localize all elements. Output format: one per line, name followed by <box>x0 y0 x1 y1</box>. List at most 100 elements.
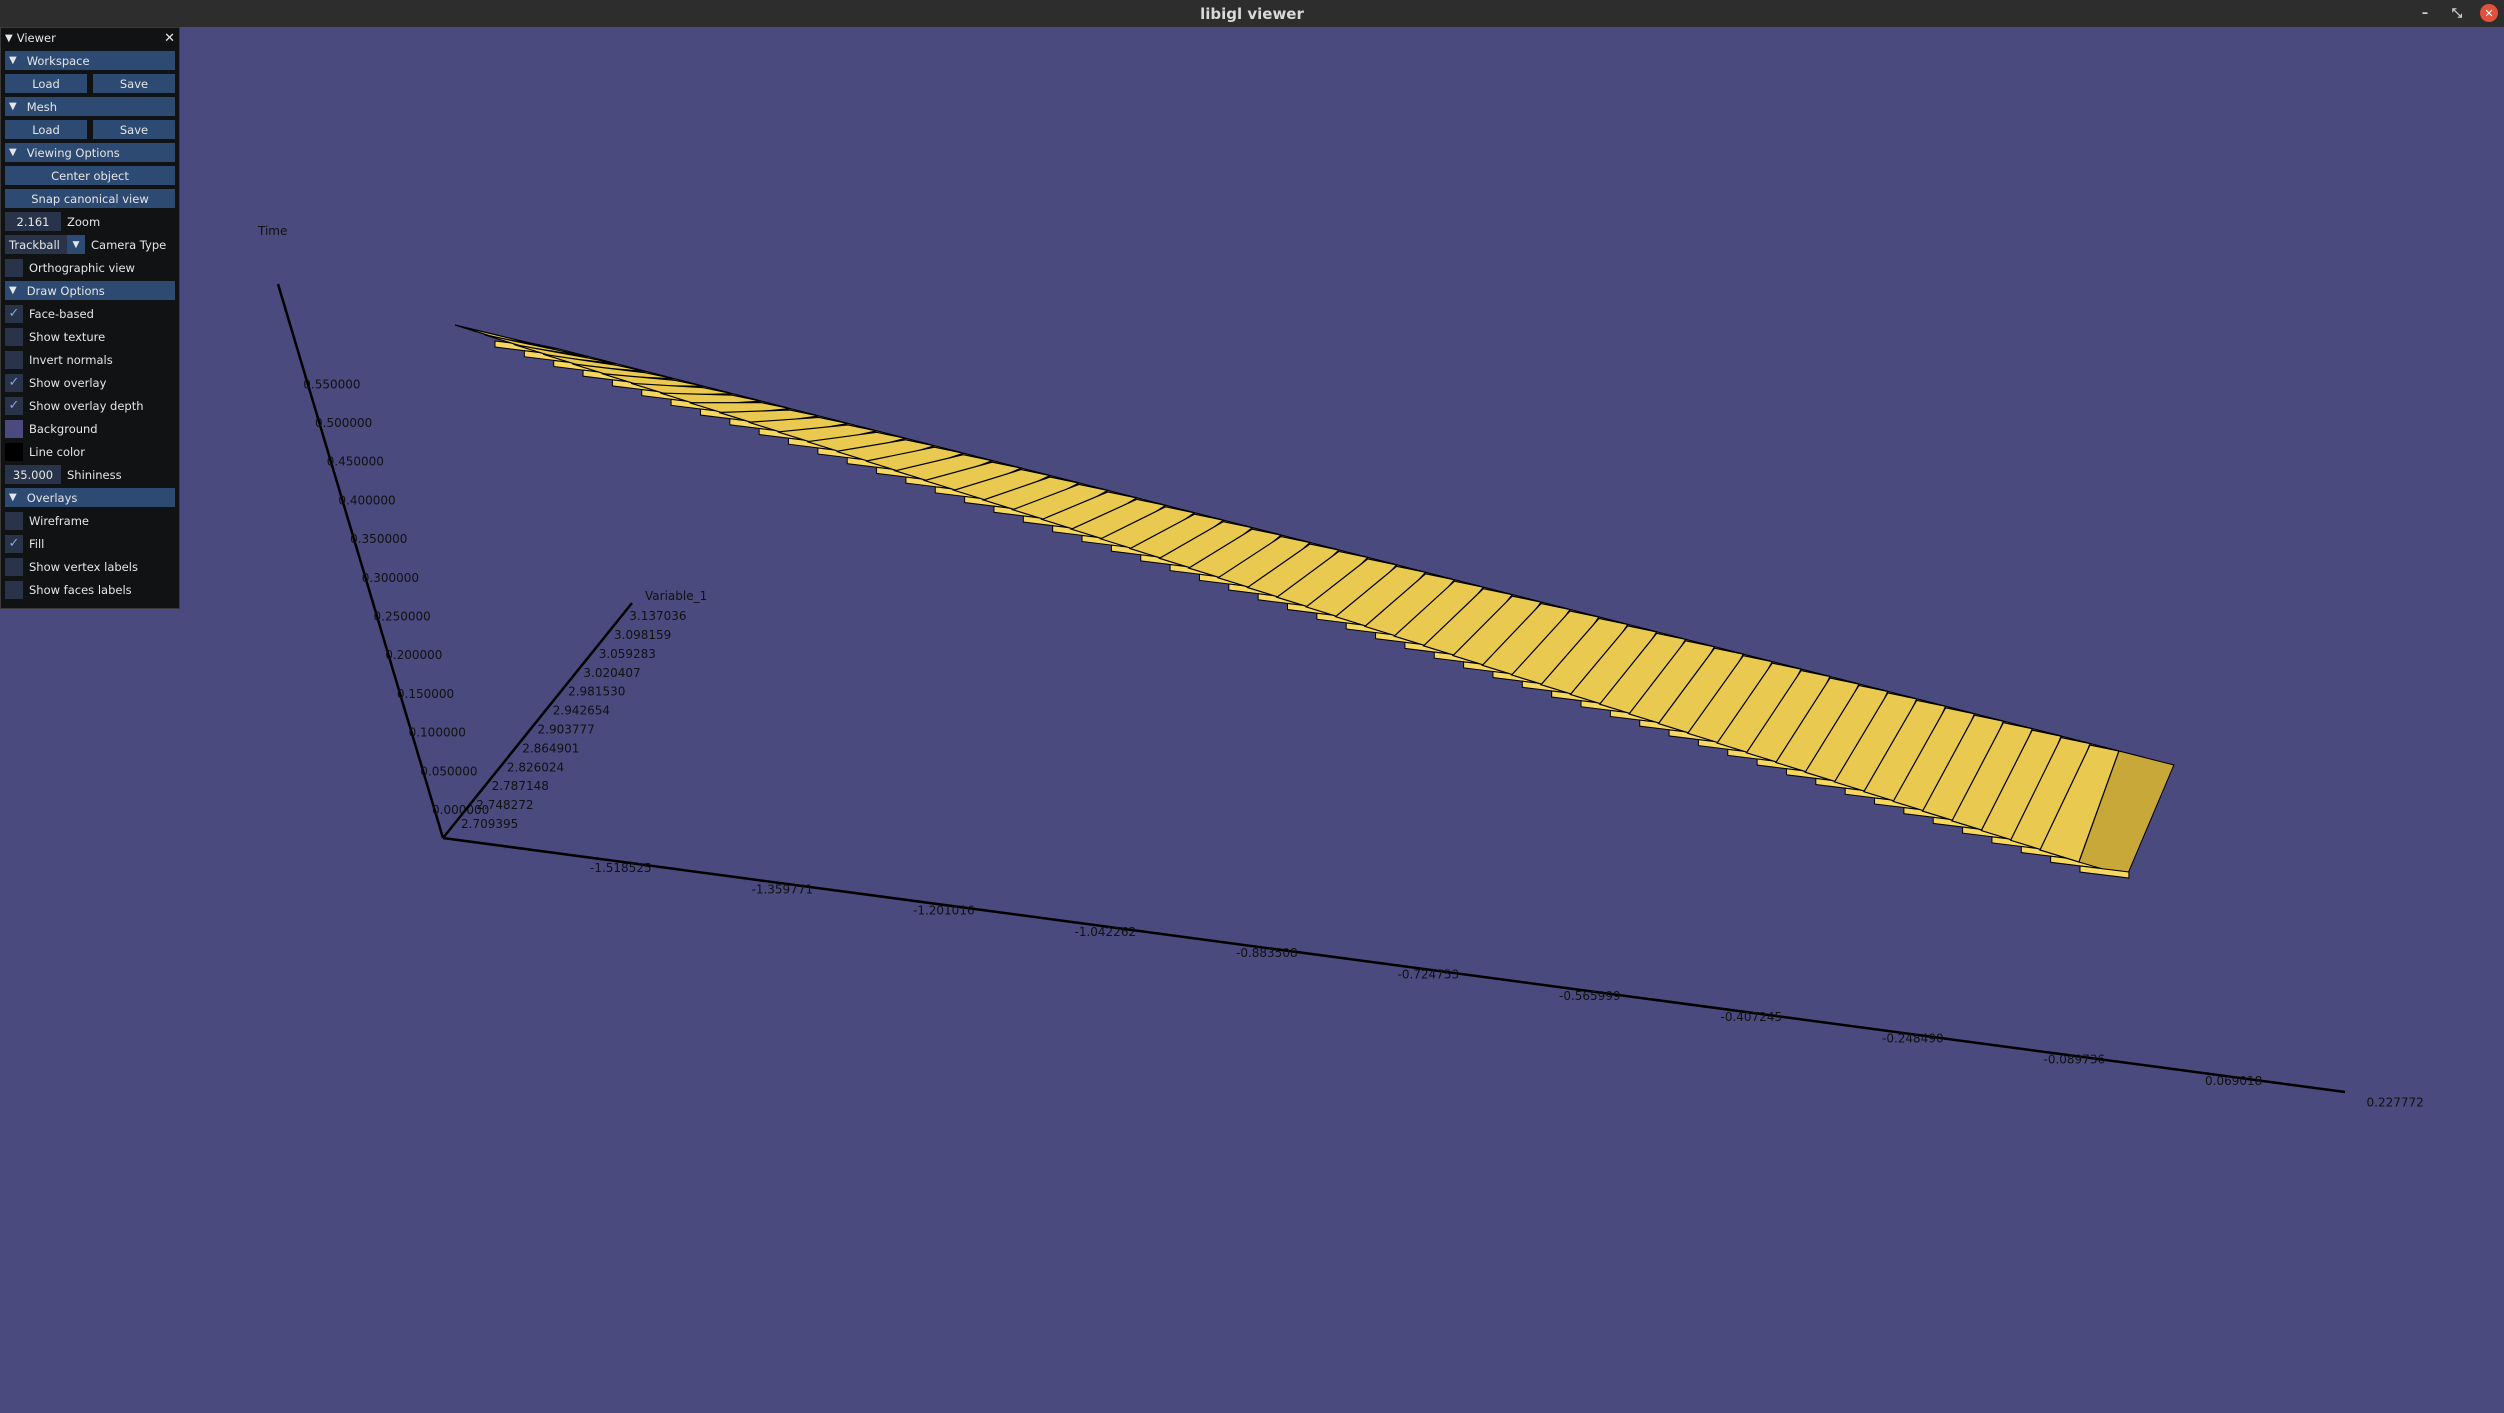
show-overlay-depth-row: ✓ Show overlay depth <box>5 396 175 415</box>
variable-axis: 2.709395 2.748272 2.787148 2.826024 2.864901… <box>442 589 707 839</box>
variable-axis-tick: 3.137036 <box>629 609 686 623</box>
face-based-row: ✓ Face-based <box>5 304 175 323</box>
shininess-input[interactable]: 35.000 <box>5 465 61 484</box>
variable-axis-tick: 2.942654 <box>553 704 610 718</box>
time-axis-tick: 0.150000 <box>397 687 454 701</box>
variable-axis-tick: 2.981530 <box>568 685 625 699</box>
mesh-save-button[interactable]: Save <box>93 120 175 139</box>
section-overlays-label: Overlays <box>26 490 78 505</box>
variable-axis-tick: 2.748272 <box>476 798 533 812</box>
workspace-load-button[interactable]: Load <box>5 74 87 93</box>
background-label: Background <box>29 421 98 436</box>
minimize-icon[interactable]: – <box>2416 4 2434 22</box>
wireframe-row: Wireframe <box>5 511 175 530</box>
shininess-row: 35.000 Shininess <box>5 465 175 484</box>
show-overlay-row: ✓ Show overlay <box>5 373 175 392</box>
check-icon: ✓ <box>8 398 20 413</box>
close-panel-icon[interactable]: ✕ <box>164 31 175 46</box>
x-axis-tick: -0.407245 <box>1721 1010 1783 1024</box>
section-viewing-options[interactable]: ▼ Viewing Options <box>5 143 175 162</box>
3d-viewport[interactable]: 0.0000000.0500000.1000000.1500000.200000… <box>0 27 2504 1413</box>
check-icon: ✓ <box>8 536 20 551</box>
x-axis-tick: -0.883508 <box>1236 946 1298 960</box>
variable-axis-tick: 3.059283 <box>599 647 656 661</box>
variable-axis-tick: 2.864901 <box>522 741 579 755</box>
time-axis-tick: 0.250000 <box>374 610 431 624</box>
x-axis-tick: 0.227772 <box>2367 1095 2424 1109</box>
check-icon: ✓ <box>8 306 20 321</box>
vertex-labels-row: Show vertex labels <box>5 557 175 576</box>
chevron-down-icon[interactable]: ▼ <box>67 235 85 254</box>
viewer-panel: ▼ Viewer ✕ ▼ Workspace Load Save ▼ Mesh … <box>0 27 180 609</box>
time-axis-tick: 0.400000 <box>338 493 395 507</box>
show-texture-row: Show texture <box>5 327 175 346</box>
orthographic-checkbox[interactable] <box>5 258 23 277</box>
window-controls: – ⤡ ✕ <box>2416 4 2498 22</box>
x-axis-tick: -1.201016 <box>913 904 975 918</box>
faces-labels-label: Show faces labels <box>29 582 132 597</box>
workspace-save-button[interactable]: Save <box>93 74 175 93</box>
face-based-label: Face-based <box>29 306 94 321</box>
mesh-buttons: Load Save <box>5 120 175 139</box>
line-color-label: Line color <box>29 444 85 459</box>
ortho-row: Orthographic view <box>5 258 175 277</box>
faces-labels-checkbox[interactable] <box>5 580 23 599</box>
variable-axis-tick: 3.098159 <box>614 628 671 642</box>
show-overlay-checkbox[interactable]: ✓ <box>5 373 23 392</box>
variable-axis-tick: 2.826024 <box>507 760 564 774</box>
show-overlay-depth-checkbox[interactable]: ✓ <box>5 396 23 415</box>
background-color-swatch[interactable] <box>5 419 23 438</box>
section-draw-options[interactable]: ▼ Draw Options <box>5 281 175 300</box>
time-axis-tick: 0.350000 <box>350 532 407 546</box>
zoom-row: 2.161 Zoom <box>5 212 175 231</box>
mesh-load-button[interactable]: Load <box>5 120 87 139</box>
maximize-icon[interactable]: ⤡ <box>2448 4 2466 22</box>
time-axis-tick: 0.100000 <box>409 726 466 740</box>
show-texture-label: Show texture <box>29 329 106 344</box>
face-based-checkbox[interactable]: ✓ <box>5 304 23 323</box>
variable-axis-tick: 2.787148 <box>492 779 549 793</box>
snap-row: Snap canonical view <box>5 189 175 208</box>
wireframe-checkbox[interactable] <box>5 511 23 530</box>
variable-axis-line <box>442 602 633 839</box>
time-axis-line <box>276 283 445 839</box>
zoom-label: Zoom <box>67 214 101 229</box>
camera-row: Trackball ▼ Camera Type <box>5 235 175 254</box>
x-axis-tick: -1.518525 <box>590 861 652 875</box>
panel-header[interactable]: ▼ Viewer ✕ <box>1 28 179 48</box>
section-mesh[interactable]: ▼ Mesh <box>5 97 175 116</box>
invert-normals-checkbox[interactable] <box>5 350 23 369</box>
section-mesh-label: Mesh <box>26 99 57 114</box>
camera-type-label: Camera Type <box>91 237 167 252</box>
expand-triangle-icon: ▼ <box>9 492 17 503</box>
time-axis-tick: 0.050000 <box>420 764 477 778</box>
close-icon[interactable]: ✕ <box>2480 4 2498 22</box>
x-axis-tick: -0.565999 <box>1559 989 1621 1003</box>
time-axis-tick: 0.450000 <box>327 455 384 469</box>
line-color-row: Line color <box>5 442 175 461</box>
section-workspace[interactable]: ▼ Workspace <box>5 51 175 70</box>
variable-axis-label: Variable_1 <box>645 589 707 603</box>
background-row: Background <box>5 419 175 438</box>
collapse-triangle-icon[interactable]: ▼ <box>5 33 13 44</box>
snap-canonical-view-button[interactable]: Snap canonical view <box>5 189 175 208</box>
show-overlay-label: Show overlay <box>29 375 107 390</box>
fill-checkbox[interactable]: ✓ <box>5 534 23 553</box>
zoom-input[interactable]: 2.161 <box>5 212 61 231</box>
vertex-labels-checkbox[interactable] <box>5 557 23 576</box>
section-overlays[interactable]: ▼ Overlays <box>5 488 175 507</box>
center-object-button[interactable]: Center object <box>5 166 175 185</box>
line-color-swatch[interactable] <box>5 442 23 461</box>
show-texture-checkbox[interactable] <box>5 327 23 346</box>
panel-title: Viewer <box>16 31 56 45</box>
time-axis-tick: 0.500000 <box>315 416 372 430</box>
expand-triangle-icon: ▼ <box>9 285 17 296</box>
x-axis: -1.518525 -1.359771 -1.201016 -1.042262 -0.8… <box>442 836 2424 1109</box>
variable-axis-tick: 3.020407 <box>583 666 640 680</box>
time-axis-tick: 0.200000 <box>385 648 442 662</box>
time-axis-tick: 0.550000 <box>303 377 360 391</box>
section-viewing-label: Viewing Options <box>26 145 120 160</box>
variable-axis-tick: 2.709395 <box>461 817 518 831</box>
camera-type-select[interactable]: Trackball ▼ <box>5 235 85 254</box>
window-title: libigl viewer <box>1200 4 1304 23</box>
